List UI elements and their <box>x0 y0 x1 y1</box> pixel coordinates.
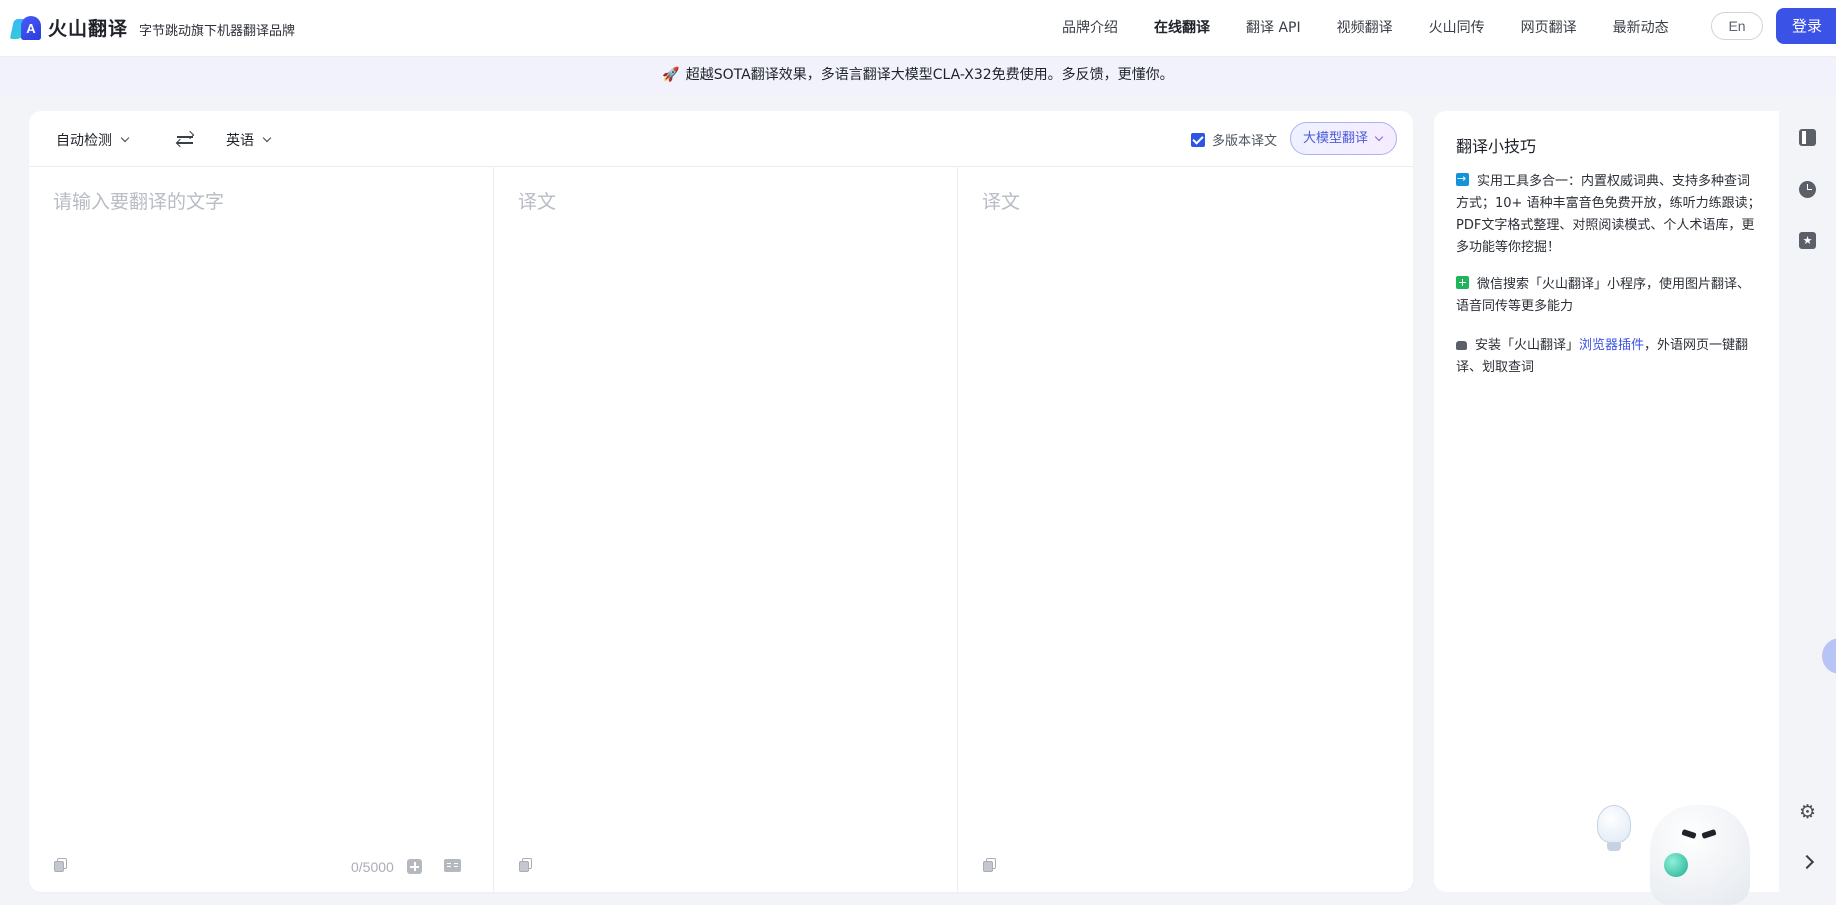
browser-extension-link[interactable]: 浏览器插件 <box>1579 338 1644 353</box>
favorites-star-icon[interactable]: ★ <box>1799 232 1816 249</box>
source-text-pane[interactable]: 请输入要翻译的文字 0/5000 <box>29 167 494 892</box>
tip-item: 实用工具多合一：内置权威词典、支持多种查词方式；10+ 语种丰富音色免费开放，练… <box>1456 168 1761 259</box>
rocket-icon: 🚀 <box>662 67 680 83</box>
bilingual-view-icon[interactable] <box>444 859 461 872</box>
multi-version-label: 多版本译文 <box>1212 134 1278 149</box>
nav-web-translate[interactable]: 网页翻译 <box>1521 17 1577 37</box>
tip-text: 微信搜索「火山翻译」小程序，使用图片翻译、语音同传等更多能力 <box>1456 277 1751 314</box>
settings-gear-icon[interactable]: ⚙ <box>1799 803 1816 822</box>
announcement-banner: 🚀 超越SOTA翻译效果，多语言翻译大模型CLA-X32免费使用。多反馈，更懂你。 <box>0 57 1836 94</box>
nav-brand-intro[interactable]: 品牌介绍 <box>1062 17 1118 37</box>
plus-square-icon <box>1456 276 1469 289</box>
translator-toolbar: 自动检测 英语 多版本译文 大模型翻译 <box>29 111 1413 167</box>
orb-icon <box>1664 853 1688 877</box>
chevron-down-icon <box>1374 132 1384 142</box>
source-language-label: 自动检测 <box>56 133 112 149</box>
nav-video-translate[interactable]: 视频翻译 <box>1337 17 1393 37</box>
language-toggle-button[interactable]: En <box>1711 12 1763 40</box>
add-term-icon[interactable] <box>407 859 422 874</box>
volcano-logo-icon: A <box>9 15 42 41</box>
llm-translate-button[interactable]: 大模型翻译 <box>1290 122 1397 155</box>
source-input-placeholder[interactable]: 请输入要翻译的文字 <box>53 187 224 214</box>
target-language-label: 英语 <box>226 133 254 149</box>
target-language-select[interactable]: 英语 <box>226 130 272 150</box>
logo[interactable]: A 火山翻译 <box>9 14 129 41</box>
translation-placeholder-1: 译文 <box>518 191 557 213</box>
tip-text: 安装「火山翻译」 <box>1475 338 1580 353</box>
tip-item: 安装「火山翻译」浏览器插件，外语网页一键翻译、划取查词 <box>1456 335 1761 379</box>
nav-translate-api[interactable]: 翻译 API <box>1246 17 1301 37</box>
lightbulb-icon <box>1597 805 1631 843</box>
tips-title: 翻译小技巧 <box>1456 137 1537 156</box>
tip-text: 实用工具多合一：内置权威词典、支持多种查词方式；10+ 语种丰富音色免费开放，练… <box>1456 174 1761 255</box>
copy-icon[interactable] <box>54 858 67 872</box>
translation-pane-2: 译文 <box>958 167 1413 892</box>
translator-card: 自动检测 英语 多版本译文 大模型翻译 请输入要翻译的文字 0/5000 译文 <box>29 111 1413 892</box>
main-nav: 品牌介绍 在线翻译 翻译 API 视频翻译 火山同传 网页翻译 最新动态 <box>1062 17 1705 37</box>
right-tool-rail: ★ ⚙ <box>1779 111 1836 892</box>
translation-panes: 请输入要翻译的文字 0/5000 译文 译文 <box>29 167 1413 892</box>
nav-news[interactable]: 最新动态 <box>1613 17 1669 37</box>
tips-panel: 翻译小技巧 实用工具多合一：内置权威词典、支持多种查词方式；10+ 语种丰富音色… <box>1434 111 1779 892</box>
nav-simultaneous[interactable]: 火山同传 <box>1429 17 1485 37</box>
chevron-down-icon <box>262 133 272 143</box>
swap-languages-icon[interactable] <box>174 127 198 151</box>
mascot-illustration <box>1597 805 1757 905</box>
brand-slogan: 字节跳动旗下机器翻译品牌 <box>139 24 296 39</box>
copy-icon[interactable] <box>983 858 996 872</box>
chevron-right-icon[interactable] <box>1799 853 1816 870</box>
translation-placeholder-2: 译文 <box>982 191 1021 213</box>
history-clock-icon[interactable] <box>1799 181 1816 198</box>
banner-text: 超越SOTA翻译效果，多语言翻译大模型CLA-X32免费使用。多反馈，更懂你。 <box>685 67 1174 83</box>
llm-translate-label: 大模型翻译 <box>1303 131 1369 146</box>
nav-online-translate[interactable]: 在线翻译 <box>1154 17 1210 37</box>
char-counter: 0/5000 <box>351 859 394 875</box>
top-header: A 火山翻译 字节跳动旗下机器翻译品牌 品牌介绍 在线翻译 翻译 API 视频翻… <box>0 0 1836 57</box>
document-icon[interactable] <box>1799 129 1816 146</box>
source-language-select[interactable]: 自动检测 <box>56 130 130 150</box>
translation-pane-1: 译文 <box>494 167 958 892</box>
tip-item: 微信搜索「火山翻译」小程序，使用图片翻译、语音同传等更多能力 <box>1456 274 1761 318</box>
copy-icon[interactable] <box>519 858 532 872</box>
ghost-mascot-icon <box>1650 805 1750 905</box>
login-button[interactable]: 登录 <box>1776 8 1836 44</box>
multi-version-toggle[interactable]: 多版本译文 <box>1191 130 1277 149</box>
extension-icon <box>1456 341 1467 350</box>
logo-text: 火山翻译 <box>48 18 129 40</box>
chevron-down-icon <box>120 133 130 143</box>
arrow-right-icon <box>1456 168 1469 190</box>
multi-version-checkbox[interactable] <box>1191 132 1205 147</box>
